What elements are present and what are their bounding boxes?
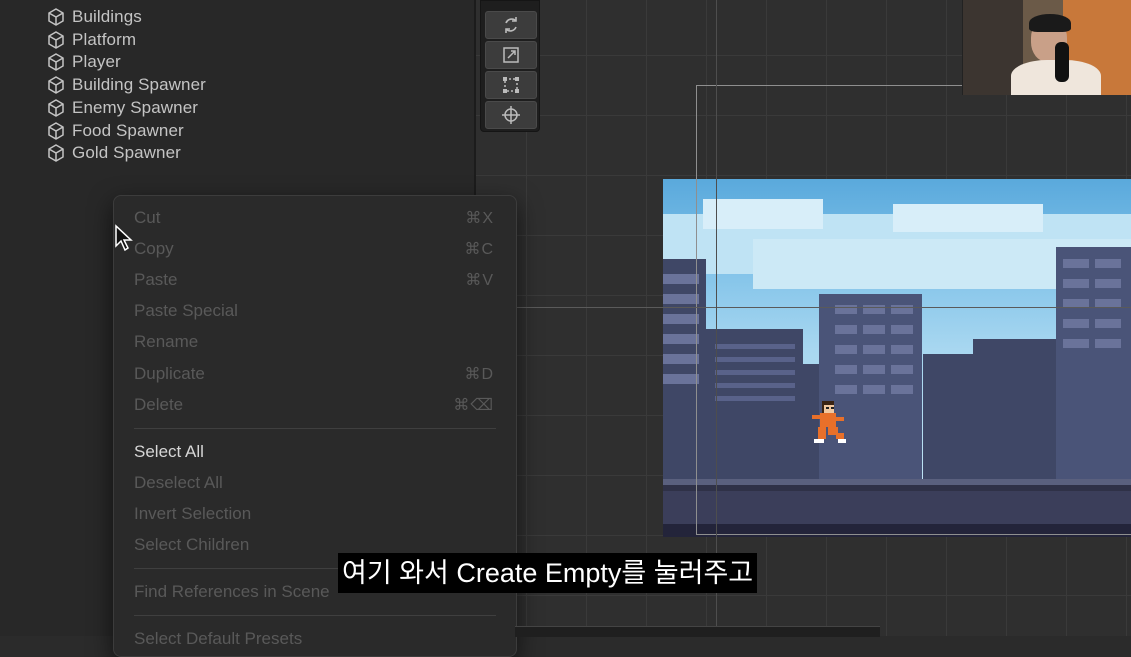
menu-item-invert-selection[interactable]: Invert Selection bbox=[134, 501, 494, 527]
cube-icon bbox=[48, 144, 64, 162]
hierarchy-item-gold-spawner[interactable]: Gold Spawner bbox=[46, 142, 181, 164]
menu-item-label: Find References in Scene bbox=[134, 582, 330, 601]
scene-toolbox bbox=[480, 0, 540, 132]
menu-item-duplicate[interactable]: Duplicate ⌘D bbox=[134, 361, 494, 387]
window bbox=[663, 374, 699, 384]
menu-item-label: Paste Special bbox=[134, 301, 238, 320]
cube-icon bbox=[48, 31, 64, 49]
menu-item-paste[interactable]: Paste ⌘V bbox=[134, 267, 494, 293]
webcam-person-hair bbox=[1029, 14, 1071, 32]
transform-tool-icon bbox=[502, 106, 520, 124]
menu-item-copy[interactable]: Copy ⌘C bbox=[134, 236, 494, 262]
menu-item-label: Duplicate bbox=[134, 364, 205, 383]
window bbox=[663, 314, 699, 324]
scene-bottom-toolbar bbox=[515, 626, 880, 637]
hierarchy-item-enemy-spawner[interactable]: Enemy Spawner bbox=[46, 97, 198, 119]
scale-tool-button[interactable] bbox=[485, 41, 537, 69]
window bbox=[663, 354, 699, 364]
transform-tool-button[interactable] bbox=[485, 101, 537, 129]
menu-item-rename[interactable]: Rename bbox=[134, 329, 494, 355]
menu-item-shortcut: ⌘⌫ bbox=[453, 397, 494, 414]
hierarchy-item-food-spawner[interactable]: Food Spawner bbox=[46, 120, 184, 142]
cube-icon bbox=[48, 99, 64, 117]
cube-icon bbox=[48, 76, 64, 94]
hierarchy-item-label: Buildings bbox=[72, 7, 142, 26]
hierarchy-item-label: Building Spawner bbox=[72, 75, 206, 94]
window bbox=[663, 274, 699, 284]
menu-item-shortcut: ⌘C bbox=[464, 241, 494, 258]
menu-item-label: Select Children bbox=[134, 535, 250, 554]
scale-tool-icon bbox=[503, 47, 519, 63]
hierarchy-item-player[interactable]: Player bbox=[46, 51, 121, 73]
mouse-cursor-icon bbox=[115, 224, 133, 252]
scene-axis-line bbox=[476, 307, 1131, 308]
video-subtitle: 여기 와서 Create Empty를 눌러주고 bbox=[338, 553, 758, 593]
webcam-overlay bbox=[962, 0, 1131, 95]
menu-item-shortcut: ⌘D bbox=[464, 366, 494, 383]
rect-tool-icon bbox=[503, 77, 519, 93]
hierarchy-item-buildings[interactable]: Buildings bbox=[46, 6, 142, 28]
hierarchy-item-label: Player bbox=[72, 52, 121, 71]
window bbox=[663, 294, 699, 304]
menu-item-label: Select All bbox=[134, 442, 204, 461]
window bbox=[663, 334, 699, 344]
menu-item-label: Select Default Presets bbox=[134, 629, 303, 648]
menu-item-deselect-all[interactable]: Deselect All bbox=[134, 470, 494, 496]
camera-bounds bbox=[696, 85, 1131, 535]
hierarchy-item-label: Platform bbox=[72, 30, 137, 49]
menu-item-label: Rename bbox=[134, 332, 199, 351]
menu-item-label: Invert Selection bbox=[134, 504, 252, 523]
hierarchy-item-label: Enemy Spawner bbox=[72, 98, 199, 117]
scene-view[interactable] bbox=[476, 0, 1131, 636]
hierarchy-item-building-spawner[interactable]: Building Spawner bbox=[46, 74, 206, 96]
menu-item-label: Cut bbox=[134, 208, 161, 227]
cube-icon bbox=[48, 53, 64, 71]
hierarchy-item-label: Gold Spawner bbox=[72, 143, 181, 162]
menu-item-select-all[interactable]: Select All bbox=[134, 439, 494, 465]
rotate-tool-icon bbox=[505, 17, 517, 33]
scene-axis-line bbox=[716, 0, 717, 636]
hierarchy-item-label: Food Spawner bbox=[72, 121, 184, 140]
menu-item-label: Deselect All bbox=[134, 473, 223, 492]
menu-separator bbox=[134, 428, 496, 429]
hierarchy-item-platform[interactable]: Platform bbox=[46, 29, 136, 51]
webcam-microphone bbox=[1055, 42, 1069, 82]
menu-item-label: Paste bbox=[134, 270, 178, 289]
menu-item-cut[interactable]: Cut ⌘X bbox=[134, 205, 494, 231]
menu-item-label: Delete bbox=[134, 395, 184, 414]
menu-item-select-default-presets[interactable]: Select Default Presets bbox=[134, 626, 494, 652]
rect-tool-button[interactable] bbox=[485, 71, 537, 99]
menu-item-shortcut: ⌘X bbox=[465, 210, 494, 227]
menu-item-shortcut: ⌘V bbox=[465, 272, 494, 289]
menu-item-label: Copy bbox=[134, 239, 174, 258]
menu-separator bbox=[134, 615, 496, 616]
cube-icon bbox=[48, 122, 64, 140]
menu-item-paste-special[interactable]: Paste Special bbox=[134, 298, 494, 324]
menu-item-delete[interactable]: Delete ⌘⌫ bbox=[134, 392, 494, 418]
rotate-tool-button[interactable] bbox=[485, 11, 537, 39]
cube-icon bbox=[48, 8, 64, 26]
